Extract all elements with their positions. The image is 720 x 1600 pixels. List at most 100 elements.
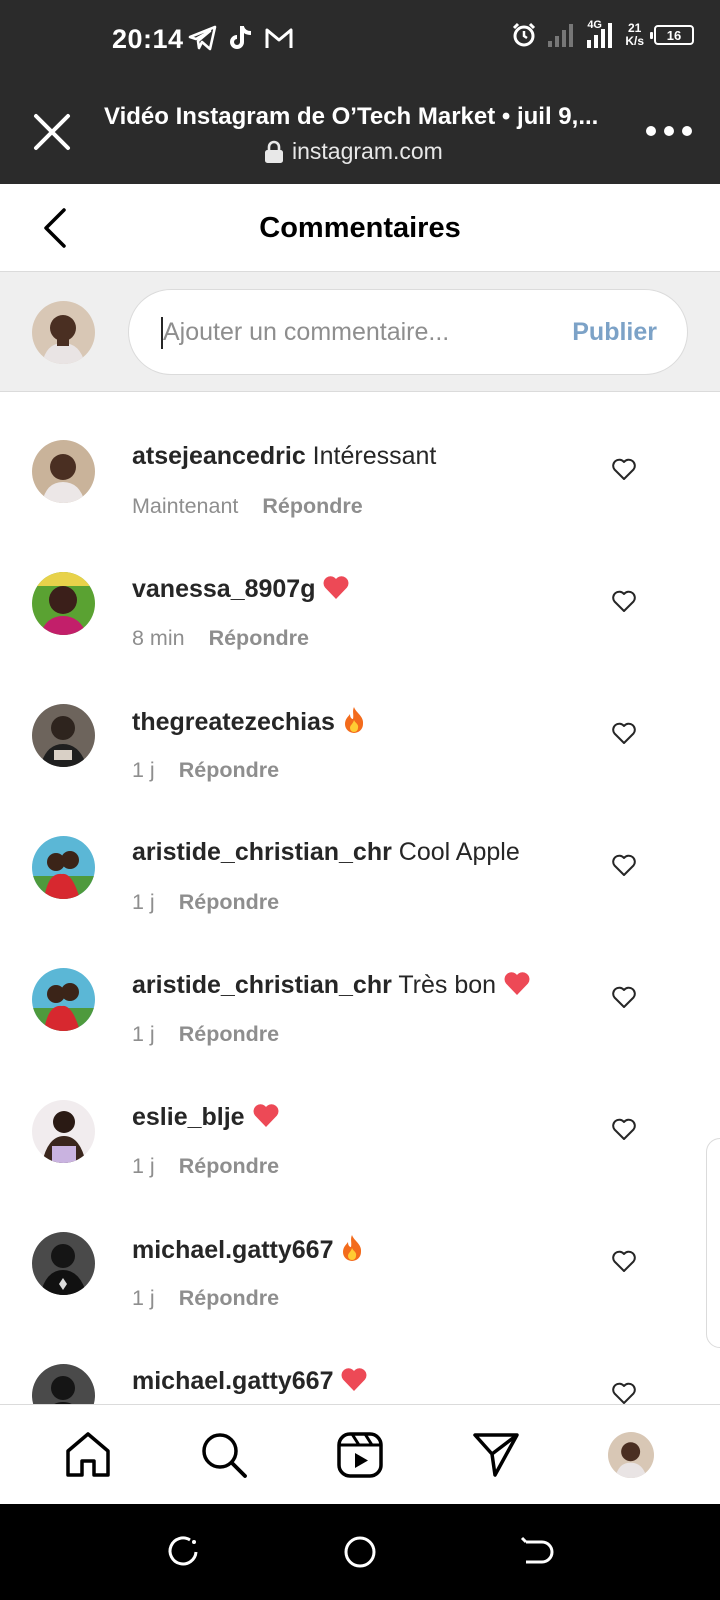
comment-meta: 8 min Répondre <box>132 626 309 651</box>
red-heart-emoji-icon <box>504 972 530 995</box>
reply-button[interactable]: Répondre <box>209 626 309 651</box>
browser-page-title: Vidéo Instagram de O’Tech Market • juil … <box>104 103 599 130</box>
comment-item: aristide_christian_chr Cool Apple 1 j Rép… <box>0 788 720 920</box>
comment-body: Cool Apple <box>398 838 520 866</box>
tiktok-icon <box>230 26 252 49</box>
comment-text: eslie_blje <box>132 1102 280 1132</box>
like-heart-icon[interactable] <box>611 1380 637 1404</box>
reply-button[interactable]: Répondre <box>262 494 362 519</box>
commenter-avatar[interactable] <box>32 572 95 635</box>
network-speed-unit: K/s <box>625 34 644 48</box>
comment-text: michael.gatty667 <box>132 1366 368 1396</box>
comment-text: aristide_christian_chr Très bon <box>132 970 531 1000</box>
signal-icon <box>548 24 574 47</box>
commenter-avatar[interactable] <box>32 968 95 1031</box>
like-heart-icon[interactable] <box>611 1116 637 1142</box>
signal-4g-icon: 4G <box>585 19 615 48</box>
comment-time: 1 j <box>132 1154 155 1178</box>
search-icon[interactable] <box>198 1429 250 1481</box>
reply-button[interactable]: Répondre <box>179 1022 279 1047</box>
comment-meta: 1 j Répondre <box>132 758 279 783</box>
profile-avatar[interactable] <box>606 1430 656 1480</box>
comment-meta: 1 j Répondre <box>132 1022 279 1047</box>
comment-username[interactable]: atsejeancedric <box>132 442 306 470</box>
comment-item: michael.gatty667 <box>0 1316 720 1404</box>
comment-time: 1 j <box>132 758 155 782</box>
like-heart-icon[interactable] <box>611 852 637 878</box>
more-options-icon[interactable] <box>646 118 692 144</box>
publish-button[interactable]: Publier <box>572 318 657 347</box>
comment-username[interactable]: michael.gatty667 <box>132 1236 334 1264</box>
comment-text: vanessa_8907g <box>132 574 350 604</box>
comment-item: atsejeancedric Intéressant Maintenant Rép… <box>0 392 720 524</box>
comment-username[interactable]: aristide_christian_chr <box>132 971 392 999</box>
recent-apps-icon[interactable] <box>166 1534 202 1570</box>
like-heart-icon[interactable] <box>611 720 637 746</box>
current-user-avatar <box>32 301 95 364</box>
comments-header: Commentaires <box>0 184 720 272</box>
like-heart-icon[interactable] <box>611 456 637 482</box>
comment-body: Très bon <box>398 971 497 999</box>
comment-meta: 1 j Répondre <box>132 890 279 915</box>
comment-username[interactable]: vanessa_8907g <box>132 575 315 603</box>
commenter-avatar[interactable] <box>32 836 95 899</box>
browser-domain: instagram.com <box>292 138 443 164</box>
gmail-icon <box>265 28 293 48</box>
reels-icon[interactable] <box>334 1429 386 1481</box>
browser-url: instagram.com <box>264 138 443 165</box>
home-icon[interactable] <box>62 1429 114 1481</box>
status-bar: 20:14 4G 21 K/s 16 <box>0 0 720 82</box>
comment-item: aristide_christian_chr Très bon 1 j Répon… <box>0 920 720 1052</box>
comment-text: aristide_christian_chr Cool Apple <box>132 838 520 867</box>
page-title: Commentaires <box>259 212 461 244</box>
red-heart-emoji-icon <box>253 1104 278 1127</box>
fire-emoji-icon <box>344 707 363 733</box>
battery-level: 16 <box>666 27 682 43</box>
close-icon[interactable] <box>30 110 74 154</box>
fire-emoji-icon <box>343 1235 362 1261</box>
red-heart-emoji-icon <box>323 576 349 599</box>
comment-item: vanessa_8907g 8 min Répondre <box>0 524 720 656</box>
browser-toolbar: Vidéo Instagram de O’Tech Market • juil … <box>0 82 720 184</box>
comment-username[interactable]: michael.gatty667 <box>132 1367 334 1395</box>
like-heart-icon[interactable] <box>611 984 637 1010</box>
reply-button[interactable]: Répondre <box>179 1286 279 1311</box>
comment-username[interactable]: aristide_christian_chr <box>132 838 392 866</box>
comment-username[interactable]: eslie_blje <box>132 1103 245 1131</box>
status-time: 20:14 <box>112 24 184 54</box>
commenter-avatar[interactable] <box>32 1100 95 1163</box>
back-button-icon[interactable] <box>518 1534 554 1570</box>
commenter-avatar[interactable] <box>32 1364 95 1404</box>
comment-item: michael.gatty667 1 j Répondre <box>0 1184 720 1316</box>
reply-button[interactable]: Répondre <box>179 1154 279 1179</box>
like-heart-icon[interactable] <box>611 1248 637 1274</box>
comment-item: thegreatezechias 1 j Répondre <box>0 656 720 788</box>
comment-input[interactable]: Ajouter un commentaire... Publier <box>128 289 688 375</box>
comment-time: Maintenant <box>132 494 239 518</box>
scroll-handle[interactable] <box>706 1138 720 1348</box>
comment-username[interactable]: thegreatezechias <box>132 708 335 736</box>
comment-time: 8 min <box>132 626 185 650</box>
alarm-icon <box>513 22 536 47</box>
bottom-navigation <box>0 1404 720 1504</box>
comments-list: atsejeancedric Intéressant Maintenant Rép… <box>0 392 720 1404</box>
reply-button[interactable]: Répondre <box>179 758 279 783</box>
comment-body: Intéressant <box>312 442 437 470</box>
comment-meta: Maintenant Répondre <box>132 494 363 519</box>
commenter-avatar[interactable] <box>32 704 95 767</box>
red-heart-emoji-icon <box>342 1368 367 1391</box>
comment-time: 1 j <box>132 1022 155 1046</box>
commenter-avatar[interactable] <box>32 1232 95 1295</box>
comment-text: michael.gatty667 <box>132 1234 364 1265</box>
comment-meta: 1 j Répondre <box>132 1154 279 1179</box>
direct-message-icon[interactable] <box>470 1429 522 1481</box>
reply-button[interactable]: Répondre <box>179 890 279 915</box>
system-navigation-bar <box>0 1504 720 1600</box>
commenter-avatar[interactable] <box>32 440 95 503</box>
battery-icon: 16 <box>650 25 694 45</box>
comment-meta: 1 j Répondre <box>132 1286 279 1311</box>
home-button-icon[interactable] <box>342 1534 378 1570</box>
like-heart-icon[interactable] <box>611 588 637 614</box>
comment-item: eslie_blje 1 j Répondre <box>0 1052 720 1184</box>
telegram-icon <box>188 25 217 51</box>
